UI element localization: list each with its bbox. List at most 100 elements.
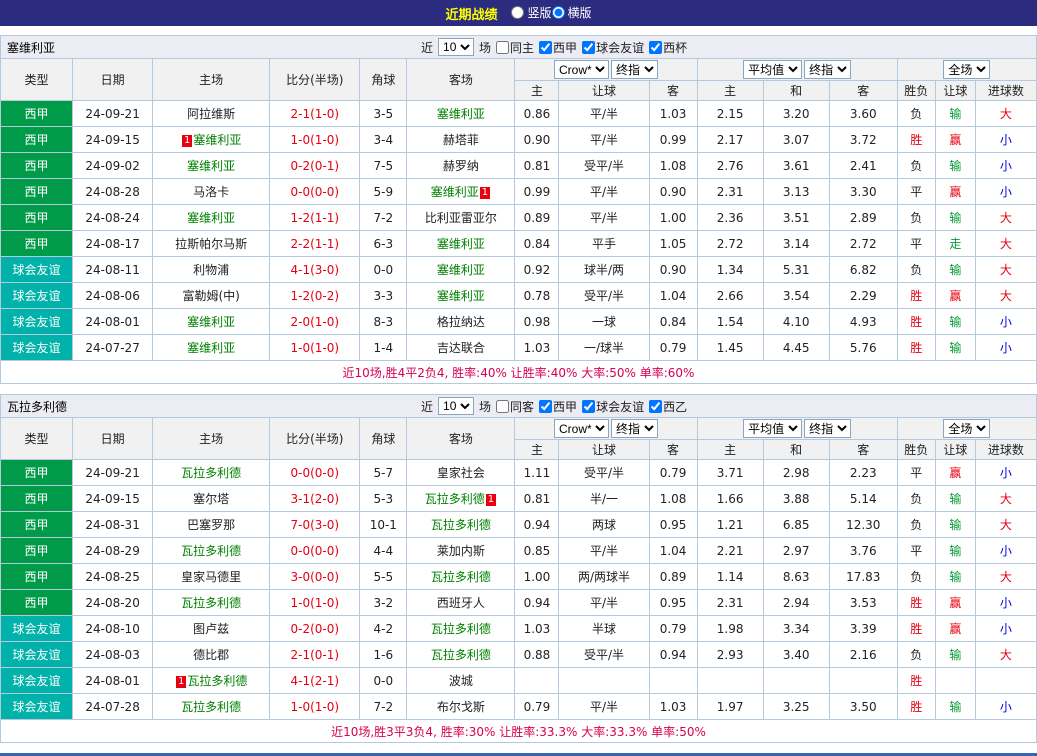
team-label: 比利亚雷亚尔 bbox=[425, 211, 497, 225]
team-sections: 塞维利亚近10场同主西甲球会友谊西杯类型日期主场比分(半场)角球客场Crow*终… bbox=[0, 35, 1037, 743]
filter-check-0[interactable]: 同主 bbox=[495, 39, 534, 56]
results-table: 类型日期主场比分(半场)角球客场Crow*终指平均值终指全场主让球客主和客胜负让… bbox=[0, 58, 1037, 384]
team-label: 吉达联合 bbox=[437, 341, 485, 355]
recent-count-select[interactable]: 10 bbox=[438, 397, 474, 415]
result-cell: 负 bbox=[897, 564, 935, 590]
league-cell: 西甲 bbox=[1, 460, 73, 486]
odds-cell: 1.00 bbox=[515, 564, 559, 590]
corners-cell: 10-1 bbox=[360, 512, 407, 538]
radio-input[interactable] bbox=[511, 6, 524, 19]
filter-check-3[interactable]: 西杯 bbox=[648, 39, 687, 56]
checkbox-input[interactable] bbox=[496, 41, 509, 54]
filter-check-2[interactable]: 球会友谊 bbox=[581, 39, 644, 56]
odds-source-select[interactable]: 终指 bbox=[804, 60, 851, 79]
col-subheader: 让球 bbox=[935, 440, 975, 460]
result-cell: 小 bbox=[975, 153, 1036, 179]
team-label: 图卢兹 bbox=[193, 622, 229, 636]
checkbox-input[interactable] bbox=[582, 400, 595, 413]
odds-source-select[interactable]: 终指 bbox=[611, 60, 658, 79]
checkbox-input[interactable] bbox=[539, 41, 552, 54]
odds-cell bbox=[829, 668, 897, 694]
odds-cell: 1.04 bbox=[649, 283, 697, 309]
odds-source-select[interactable]: Crow* bbox=[554, 419, 609, 438]
team-label: 利物浦 bbox=[193, 263, 229, 277]
topbar: 近期战绩 竖版横版 bbox=[0, 0, 1037, 26]
layout-radio-1[interactable]: 横版 bbox=[552, 4, 592, 21]
filter-check-1[interactable]: 西甲 bbox=[538, 398, 577, 415]
odds-source-select[interactable]: 全场 bbox=[943, 60, 990, 79]
checkbox-input[interactable] bbox=[649, 400, 662, 413]
match-row: 西甲24-09-151塞维利亚1-0(1-0)3-4赫塔菲0.90平/半0.99… bbox=[1, 127, 1037, 153]
home-team-cell: 阿拉维斯 bbox=[153, 101, 270, 127]
odds-cell: 0.79 bbox=[649, 335, 697, 361]
result-cell: 平 bbox=[897, 460, 935, 486]
odds-cell: 1.54 bbox=[697, 309, 763, 335]
result-cell: 胜 bbox=[897, 127, 935, 153]
col-subheader: 主 bbox=[515, 81, 559, 101]
result-cell: 大 bbox=[975, 564, 1036, 590]
result-cell: 胜 bbox=[897, 668, 935, 694]
odds-cell: 12.30 bbox=[829, 512, 897, 538]
odds-cell: 3.50 bbox=[829, 694, 897, 720]
odds-source-select[interactable]: Crow* bbox=[554, 60, 609, 79]
team-label: 塞维利亚 bbox=[437, 237, 485, 251]
team-label: 拉斯帕尔马斯 bbox=[175, 237, 247, 251]
checkbox-input[interactable] bbox=[539, 400, 552, 413]
odds-cell: 半球 bbox=[559, 616, 649, 642]
odds-cell: 一球 bbox=[559, 309, 649, 335]
match-row: 球会友谊24-07-27塞维利亚1-0(1-0)1-4吉达联合1.03一/球半0… bbox=[1, 335, 1037, 361]
odds-source-select[interactable]: 平均值 bbox=[743, 419, 802, 438]
result-cell: 赢 bbox=[935, 616, 975, 642]
result-cell: 平 bbox=[897, 231, 935, 257]
team-label: 塞尔塔 bbox=[193, 492, 229, 506]
result-cell: 输 bbox=[935, 257, 975, 283]
filter-check-3[interactable]: 西乙 bbox=[648, 398, 687, 415]
odds-source-select[interactable]: 终指 bbox=[611, 419, 658, 438]
league-cell: 西甲 bbox=[1, 486, 73, 512]
match-row: 西甲24-09-21瓦拉多利德0-0(0-0)5-7皇家社会1.11受平/半0.… bbox=[1, 460, 1037, 486]
filter-check-1[interactable]: 西甲 bbox=[538, 39, 577, 56]
odds-source-select[interactable]: 终指 bbox=[804, 419, 851, 438]
date-cell: 24-08-17 bbox=[73, 231, 153, 257]
radio-input[interactable] bbox=[552, 6, 565, 19]
filter-check-0[interactable]: 同客 bbox=[495, 398, 534, 415]
league-cell: 西甲 bbox=[1, 564, 73, 590]
result-cell: 输 bbox=[935, 564, 975, 590]
odds-cell: 3.72 bbox=[829, 127, 897, 153]
col-subheader: 客 bbox=[649, 81, 697, 101]
match-row: 西甲24-09-15塞尔塔3-1(2-0)5-3瓦拉多利德10.81半/一1.0… bbox=[1, 486, 1037, 512]
team-label: 巴塞罗那 bbox=[187, 518, 235, 532]
away-team-cell: 布尔戈斯 bbox=[407, 694, 515, 720]
layout-radio-0[interactable]: 竖版 bbox=[511, 4, 551, 21]
away-team-cell: 波城 bbox=[407, 668, 515, 694]
odds-cell: 0.95 bbox=[649, 590, 697, 616]
odds-cell: 平/半 bbox=[559, 694, 649, 720]
recent-count-select[interactable]: 10 bbox=[438, 38, 474, 56]
odds-cell: 3.14 bbox=[763, 231, 829, 257]
odds-source-select[interactable]: 全场 bbox=[943, 419, 990, 438]
odds-cell: 1.21 bbox=[697, 512, 763, 538]
results-table: 类型日期主场比分(半场)角球客场Crow*终指平均值终指全场主让球客主和客胜负让… bbox=[0, 417, 1037, 743]
filter-check-2[interactable]: 球会友谊 bbox=[581, 398, 644, 415]
checkbox-input[interactable] bbox=[496, 400, 509, 413]
col-header: 角球 bbox=[360, 418, 407, 460]
home-team-cell: 1瓦拉多利德 bbox=[153, 668, 270, 694]
odds-cell: 3.60 bbox=[829, 101, 897, 127]
page-title: 近期战绩 bbox=[445, 4, 497, 23]
check-label: 球会友谊 bbox=[596, 398, 644, 415]
odds-cell: 0.84 bbox=[649, 309, 697, 335]
check-label: 同主 bbox=[510, 39, 534, 56]
home-team-cell: 1塞维利亚 bbox=[153, 127, 270, 153]
checkbox-input[interactable] bbox=[582, 41, 595, 54]
score-cell: 3-1(2-0) bbox=[270, 486, 360, 512]
odds-cell: 2.66 bbox=[697, 283, 763, 309]
result-cell: 负 bbox=[897, 642, 935, 668]
team-label: 赫罗纳 bbox=[443, 159, 479, 173]
league-cell: 西甲 bbox=[1, 512, 73, 538]
score-cell: 2-2(1-1) bbox=[270, 231, 360, 257]
date-cell: 24-08-10 bbox=[73, 616, 153, 642]
odds-cell: 2.31 bbox=[697, 590, 763, 616]
date-cell: 24-08-06 bbox=[73, 283, 153, 309]
checkbox-input[interactable] bbox=[649, 41, 662, 54]
odds-source-select[interactable]: 平均值 bbox=[743, 60, 802, 79]
